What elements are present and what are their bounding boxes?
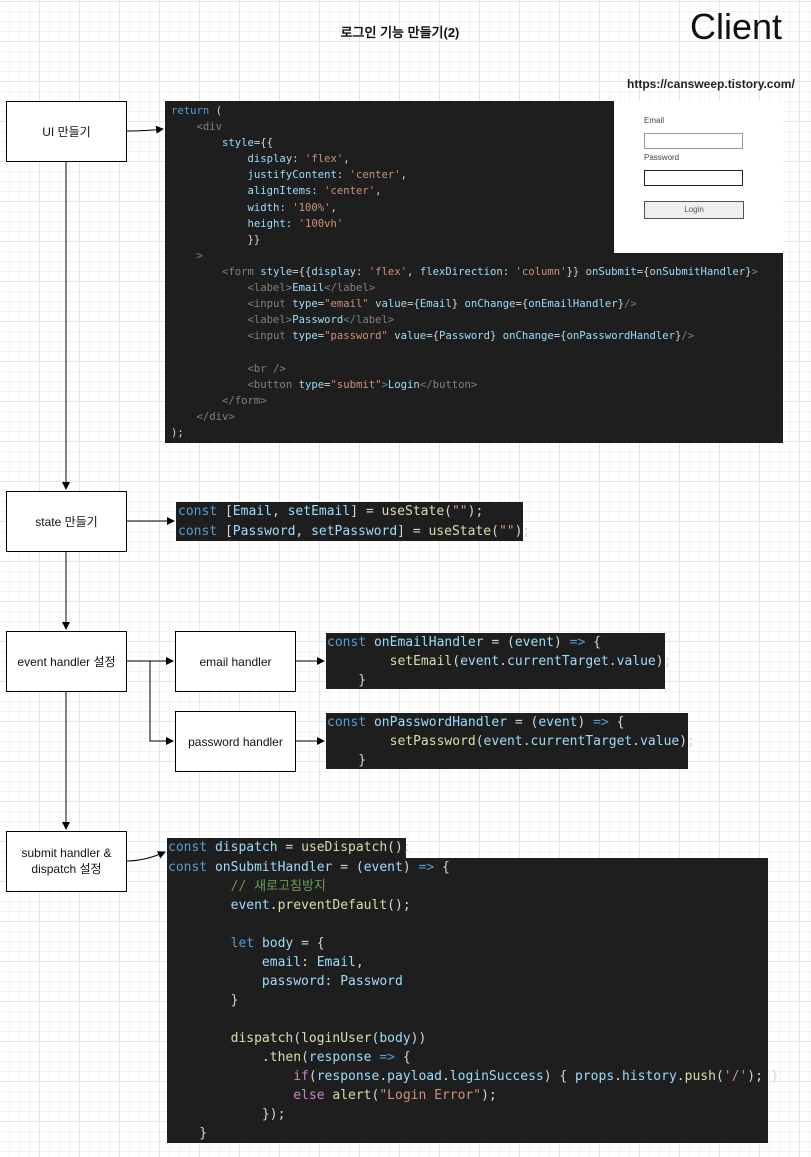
code-line: <form style={{display: 'flex', flexDirec… [222,265,758,278]
preview-login-button: Login [644,201,744,219]
code-line: let body = { [230,936,325,951]
code-line: <br /> [247,362,286,375]
login-preview: Email Password Login [614,101,783,253]
arrow-submit-to-code [125,851,166,862]
code-line: const onPasswordHandler = (event) => { [327,715,625,730]
code-dispatch: const dispatch = useDispatch(); [167,838,411,858]
code-line: const dispatch = useDispatch(); [168,840,411,855]
code-line: } [168,993,239,1008]
arrow-event-to-password [149,661,174,745]
code-line: ); [171,426,184,439]
code-line: const onEmailHandler = (event) => { [327,635,601,650]
code-line: email: Email, [261,955,364,970]
code-line: const [Email, setEmail] = useState(""); [178,504,484,519]
step-password-handler[interactable]: password handler [175,711,296,772]
code-line: <button type="submit">Login</button> [247,378,478,391]
code-line: </form> [222,394,267,407]
code-line: } [327,673,367,688]
code-line: if(response.payload.loginSuccess) { prop… [293,1069,779,1084]
code-submit-handler: const onSubmitHandler = (event) => { // … [167,858,779,1143]
step-state[interactable]: state 만들기 [6,491,127,552]
code-line: event.preventDefault(); [230,898,411,913]
code-line: else alert("Login Error"); [293,1088,497,1103]
code-line: <label>Email</label> [247,282,376,295]
code-line: } [327,753,367,768]
preview-password-input [644,170,743,186]
code-line: }); [168,1107,286,1122]
step-event-handler[interactable]: event handler 설정 [6,631,127,692]
code-password-handler: const onPasswordHandler = (event) => { s… [326,713,695,769]
code-line: <label>Password</label> [247,314,395,327]
step-ui[interactable]: UI 만들기 [6,101,127,162]
code-line: // 새로고침방지 [230,879,326,894]
step-email-handler[interactable]: email handler [175,631,296,692]
code-line: dispatch(loginUser(body)) [230,1031,427,1046]
code-email-handler: const onEmailHandler = (event) => { setE… [326,633,672,689]
code-line: password: Password [261,974,403,989]
step-submit-handler[interactable]: submit handler & dispatch 설정 [6,831,127,892]
preview-email-input [644,133,743,149]
code-line: const onSubmitHandler = (event) => { [168,860,450,875]
code-line: setPassword(event.currentTarget.value); [389,734,695,749]
code-line: <input type="email" value={Email} onChan… [247,298,637,311]
code-line: } [168,1126,208,1141]
code-line: .then(response => { [168,1050,411,1065]
code-line: const [Password, setPassword] = useState… [178,523,531,539]
preview-email-label: Email [644,116,665,125]
code-state: const [Email, setEmail] = useState(""); c… [176,502,531,541]
code-line: </div> [196,410,235,423]
arrow-ui-to-code [125,125,164,134]
code-line: setEmail(event.currentTarget.value); [389,654,672,669]
preview-password-label: Password [644,153,680,162]
code-line: <input type="password" value={Password} … [247,330,695,343]
